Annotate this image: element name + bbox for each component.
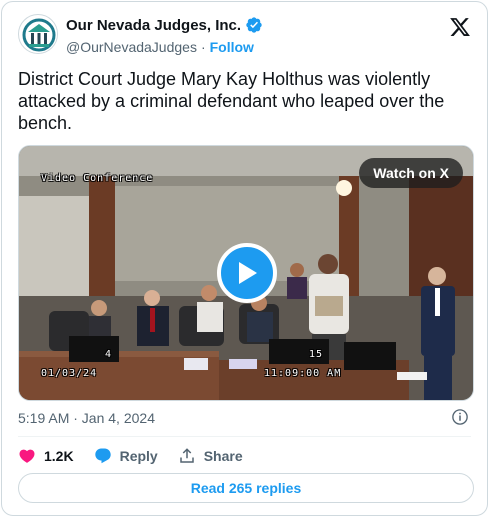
video-overlay-cam-left: 4 <box>105 349 113 360</box>
play-button[interactable] <box>217 243 277 303</box>
tweet-timestamp[interactable]: 5:19 AM · Jan 4, 2024 <box>18 410 155 426</box>
tweet-card: Our Nevada Judges, Inc. @OurNevadaJudges… <box>1 1 488 516</box>
video-overlay-date: 01/03/24 <box>41 368 98 379</box>
divider <box>18 436 471 437</box>
share-label: Share <box>203 448 243 464</box>
info-icon[interactable] <box>451 408 469 426</box>
tweet-text: District Court Judge Mary Kay Holthus wa… <box>18 69 445 133</box>
reply-label: Reply <box>119 448 158 464</box>
tweet-actions: 1.2K Reply Share <box>18 446 243 466</box>
account-name-row: Our Nevada Judges, Inc. <box>66 16 263 34</box>
video-player[interactable]: Video Conference 4 15 01/03/24 11:09:00 … <box>18 145 474 401</box>
separator-dot: · <box>200 39 206 55</box>
share-button[interactable]: Share <box>178 447 243 465</box>
follow-button[interactable]: Follow <box>210 39 254 55</box>
share-icon <box>179 448 194 463</box>
like-count: 1.2K <box>44 448 74 464</box>
heart-icon <box>19 449 35 463</box>
verified-badge-icon <box>246 17 262 33</box>
account-handle[interactable]: @OurNevadaJudges <box>66 39 197 55</box>
read-replies-button[interactable]: Read 265 replies <box>18 473 474 503</box>
video-overlay-title: Video Conference <box>41 173 154 184</box>
nevada-judges-logo-icon <box>20 16 57 53</box>
reply-bubble-icon <box>94 448 111 464</box>
play-icon <box>239 262 257 284</box>
x-logo-icon[interactable] <box>449 16 471 38</box>
watch-on-x-button[interactable]: Watch on X <box>359 158 463 188</box>
account-name[interactable]: Our Nevada Judges, Inc. <box>66 17 241 34</box>
account-avatar[interactable] <box>18 14 58 54</box>
video-overlay-cam-right: 15 <box>309 349 324 360</box>
reply-button[interactable]: Reply <box>94 447 158 465</box>
video-overlay-time: 11:09:00 AM <box>264 368 342 379</box>
account-handle-row: @OurNevadaJudges · Follow <box>66 39 254 55</box>
like-button[interactable]: 1.2K <box>18 447 74 465</box>
